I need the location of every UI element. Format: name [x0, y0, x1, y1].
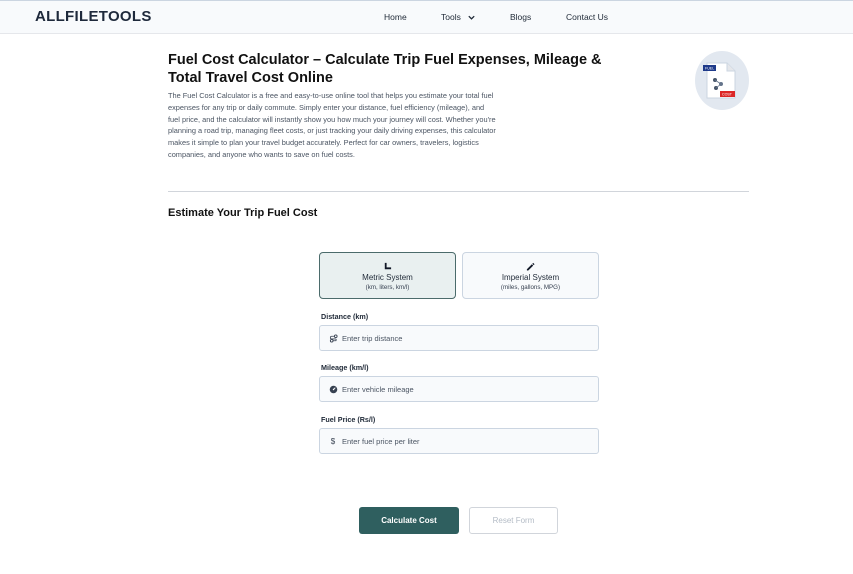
imperial-system-label: Imperial System	[501, 273, 560, 282]
svg-text:FUEL: FUEL	[705, 67, 714, 71]
distance-label: Distance (km)	[321, 312, 369, 321]
metric-system-label: Metric System	[362, 273, 413, 282]
pencil-ruler-icon	[526, 262, 535, 271]
reset-form-button[interactable]: Reset Form	[469, 507, 558, 534]
route-icon	[326, 333, 340, 343]
imperial-system-units: (miles, gallons, MPG)	[500, 284, 561, 291]
top-navbar: ALLFILETOOLS Home Tools Blogs Contact Us	[0, 0, 853, 34]
gauge-icon	[326, 385, 340, 394]
chevron-down-icon	[468, 15, 475, 20]
distance-field	[319, 325, 599, 351]
metric-system-button[interactable]: Metric System (km, liters, km/l)	[319, 252, 456, 299]
mileage-label: Mileage (km/l)	[321, 363, 369, 372]
nav-tools-dropdown[interactable]: Tools	[441, 12, 476, 22]
page-title: Fuel Cost Calculator – Calculate Trip Fu…	[168, 52, 602, 86]
nav-contact-link[interactable]: Contact Us	[566, 12, 608, 22]
ruler-icon	[384, 262, 392, 270]
mileage-input[interactable]	[342, 384, 592, 394]
page-description: The Fuel Cost Calculator is a free and e…	[168, 91, 496, 159]
fuel-price-field: $	[319, 428, 599, 454]
nav-home-link[interactable]: Home	[384, 12, 407, 22]
metric-system-units: (km, liters, km/l)	[365, 284, 410, 291]
fuel-price-label: Fuel Price (Rs/l)	[321, 415, 376, 424]
fuel-cost-document-icon: FUEL COST	[703, 62, 736, 99]
nav-blogs-link[interactable]: Blogs	[510, 12, 531, 22]
imperial-system-button[interactable]: Imperial System (miles, gallons, MPG)	[462, 252, 599, 299]
section-divider	[168, 191, 749, 192]
svg-text:COST: COST	[722, 93, 733, 97]
fuel-price-input[interactable]	[342, 436, 592, 446]
nav-tools-label: Tools	[441, 12, 461, 22]
calculator-section-title: Estimate Your Trip Fuel Cost	[168, 207, 318, 219]
dollar-icon: $	[330, 436, 336, 446]
distance-input[interactable]	[342, 333, 592, 343]
calculate-cost-button[interactable]: Calculate Cost	[359, 507, 459, 534]
mileage-field	[319, 376, 599, 402]
site-logo[interactable]: ALLFILETOOLS	[35, 8, 152, 25]
